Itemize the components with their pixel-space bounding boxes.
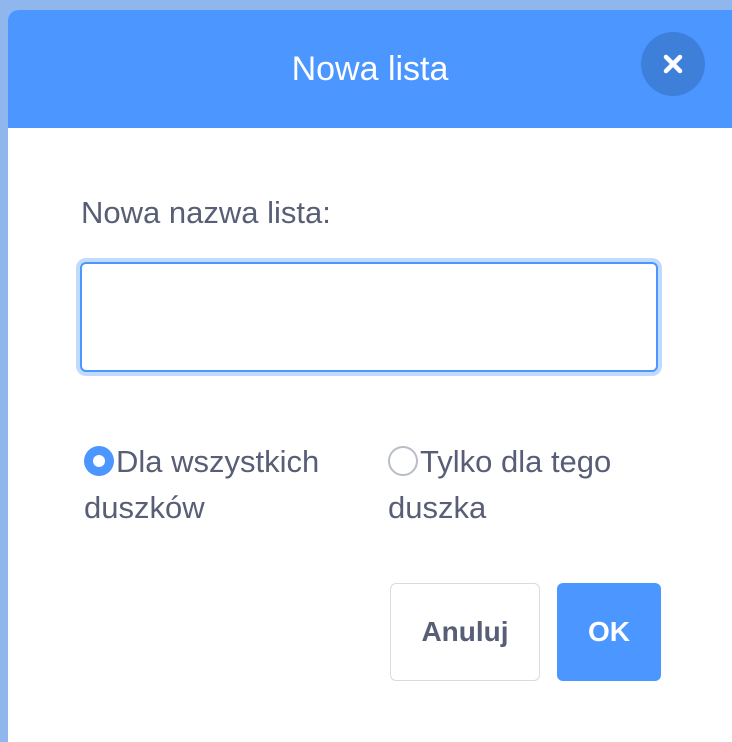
radio-selected-icon[interactable] (84, 446, 114, 476)
dialog-title: Nowa lista (291, 50, 449, 88)
cancel-button[interactable]: Anuluj (390, 583, 540, 681)
close-button[interactable] (641, 32, 705, 96)
scope-this-sprite-option[interactable]: Tylko dla tego duszka (388, 439, 688, 531)
close-icon (663, 54, 683, 74)
scope-all-sprites-option[interactable]: Dla wszystkich duszków (84, 439, 384, 531)
new-list-dialog: Nowa lista Nowa nazwa lista: Dla wszystk… (8, 10, 732, 742)
list-name-input[interactable] (80, 262, 658, 372)
list-name-label: Nowa nazwa lista: (81, 195, 331, 230)
radio-unselected-icon[interactable] (388, 446, 418, 476)
dialog-header: Nowa lista (8, 10, 732, 128)
ok-button[interactable]: OK (557, 583, 661, 681)
scope-all-sprites-label: Dla wszystkich duszków (84, 444, 320, 525)
scope-this-sprite-label: Tylko dla tego duszka (388, 444, 612, 525)
